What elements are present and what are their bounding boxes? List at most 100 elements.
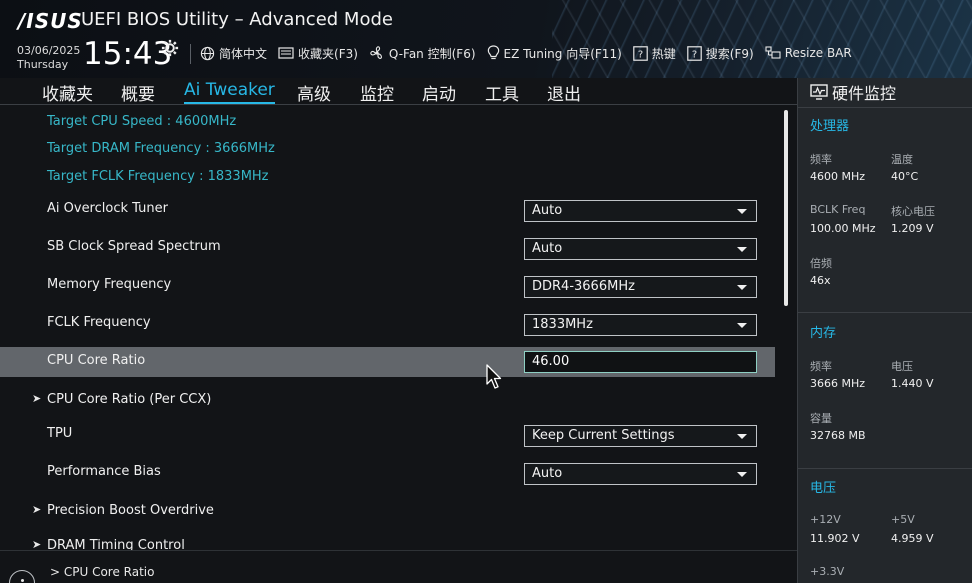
folder-icon [278,47,294,59]
mem-freq-value: 3666 MHz [810,377,866,390]
setting-label: Precision Boost Overdrive [47,503,214,518]
ai-overclock-tuner-select[interactable]: Auto [524,200,757,222]
bulb-icon [487,45,499,60]
input-value: 46.00 [532,354,570,369]
voltage-section-title: 电压 [810,481,837,496]
search-label: 搜索(F9) [705,46,754,61]
header-decoration [552,0,972,78]
mem-freq-label: 频率 [810,360,832,373]
setting-label: CPU Core Ratio (Per CCX) [47,392,212,407]
target-fclk-frequency: Target FCLK Frequency : 1833MHz [47,169,269,184]
asus-logo: /ISUS [18,9,83,33]
target-cpu-speed: Target CPU Speed : 4600MHz [47,114,237,129]
mem-capacity-value: 32768 MB [810,429,866,442]
app-title: UEFI BIOS Utility – Advanced Mode [81,9,393,30]
section-divider [798,312,972,313]
mem-voltage-label: 电压 [891,360,913,373]
qfan-button[interactable]: Q-Fan 控制(F6) [369,45,476,62]
ratio-value: 46x [810,274,831,287]
tab-main[interactable]: 概要 [121,80,155,105]
setting-cpu-core-ratio[interactable]: CPU Core Ratio 46.00 [0,347,775,377]
resize-bar-icon [765,46,781,59]
resize-bar-button[interactable]: Resize BAR [765,46,852,60]
weekday-text: Thursday [17,58,69,71]
chevron-down-icon [737,285,747,290]
setting-label: Ai Overclock Tuner [47,201,168,216]
info-icon [9,570,35,583]
gear-icon[interactable] [161,39,179,57]
setting-ai-overclock-tuner[interactable]: Ai Overclock Tuner Auto [0,195,775,225]
setting-label: Performance Bias [47,464,161,479]
scrollbar[interactable] [784,110,788,306]
submenu-precision-boost-overdrive[interactable]: ➤ Precision Boost Overdrive [0,497,775,527]
ratio-label: 倍频 [810,257,832,270]
ez-tuning-button[interactable]: EZ Tuning 向导(F11) [487,45,622,62]
select-value: DDR4-3666MHz [532,279,635,294]
ez-tuning-label: EZ Tuning 向导(F11) [503,46,622,61]
date-text: 03/06/2025 [17,44,81,57]
v33-label: +3.3V [810,565,845,578]
hotkeys-button[interactable]: ? 热键 [632,45,676,62]
mouse-cursor-icon [486,364,502,389]
resize-bar-label: Resize BAR [784,46,852,60]
setting-sb-clock-spread-spectrum[interactable]: SB Clock Spread Spectrum Auto [0,233,775,263]
v12-value: 11.902 V [810,532,860,545]
cpu-core-ratio-input[interactable]: 46.00 [524,351,757,373]
settings-panel: Target CPU Speed : 4600MHz Target DRAM F… [0,106,797,550]
setting-label: Memory Frequency [47,277,172,292]
tab-monitor[interactable]: 监控 [360,80,394,105]
bclk-freq-label: BCLK Freq [810,203,866,216]
performance-bias-select[interactable]: Auto [524,463,757,485]
submenu-dram-timing-control[interactable]: ➤ DRAM Timing Control [0,532,775,550]
v5-label: +5V [891,513,915,526]
select-value: Auto [532,241,563,256]
tab-ai-tweaker[interactable]: Ai Tweaker [184,80,275,104]
language-button[interactable]: 简体中文 [200,45,267,62]
chevron-down-icon [737,472,747,477]
select-value: 1833MHz [532,317,593,332]
submenu-arrow-icon: ➤ [32,392,42,405]
svg-text:?: ? [692,49,697,60]
mem-voltage-value: 1.440 V [891,377,934,390]
memory-section-title: 内存 [810,326,837,341]
hardware-monitor-label: 硬件监控 [832,84,897,103]
select-value: Auto [532,203,563,218]
cpu-temp-value: 40°C [891,170,919,183]
date-block: 03/06/2025 Thursday [17,44,80,72]
favorites-button[interactable]: 收藏夹(F3) [278,45,358,62]
help-bar: > CPU Core Ratio [0,550,797,583]
submenu-arrow-icon: ➤ [32,503,42,516]
fan-icon [370,46,382,59]
memory-frequency-select[interactable]: DDR4-3666MHz [524,276,757,298]
tab-boot[interactable]: 启动 [422,80,456,105]
tab-tool[interactable]: 工具 [485,80,519,105]
core-voltage-value: 1.209 V [891,222,934,235]
chevron-down-icon [737,247,747,252]
main-tabs: 收藏夹 概要 Ai Tweaker 高级 监控 启动 工具 退出 [0,78,797,105]
setting-fclk-frequency[interactable]: FCLK Frequency 1833MHz [0,309,775,339]
tab-exit[interactable]: 退出 [547,80,581,105]
chevron-down-icon [737,209,747,214]
sb-clock-spread-spectrum-select[interactable]: Auto [524,238,757,260]
tab-advanced[interactable]: 高级 [297,80,331,105]
chevron-down-icon [737,434,747,439]
hardware-monitor-title: 硬件监控 [810,80,896,104]
setting-performance-bias[interactable]: Performance Bias Auto [0,458,775,488]
search-button[interactable]: ? 搜索(F9) [686,45,754,62]
toolbar: 简体中文 收藏夹(F3) Q-Fan 控制(F6) EZ Tuning 向导(F… [200,44,863,62]
bclk-freq-value: 100.00 MHz [810,222,876,235]
submenu-cpu-core-ratio-per-ccx[interactable]: ➤ CPU Core Ratio (Per CCX) [0,386,775,416]
tab-favorites[interactable]: 收藏夹 [42,80,93,105]
language-label: 简体中文 [219,46,268,61]
fclk-frequency-select[interactable]: 1833MHz [524,314,757,336]
tpu-select[interactable]: Keep Current Settings [524,425,757,447]
section-divider [798,468,972,469]
setting-tpu[interactable]: TPU Keep Current Settings [0,420,775,450]
v12-label: +12V [810,513,841,526]
section-divider [798,107,972,108]
svg-text:?: ? [638,49,643,60]
select-value: Keep Current Settings [532,428,675,443]
setting-memory-frequency[interactable]: Memory Frequency DDR4-3666MHz [0,271,775,301]
header-bar: /ISUS UEFI BIOS Utility – Advanced Mode … [0,0,972,78]
question-icon: ? [632,45,648,61]
